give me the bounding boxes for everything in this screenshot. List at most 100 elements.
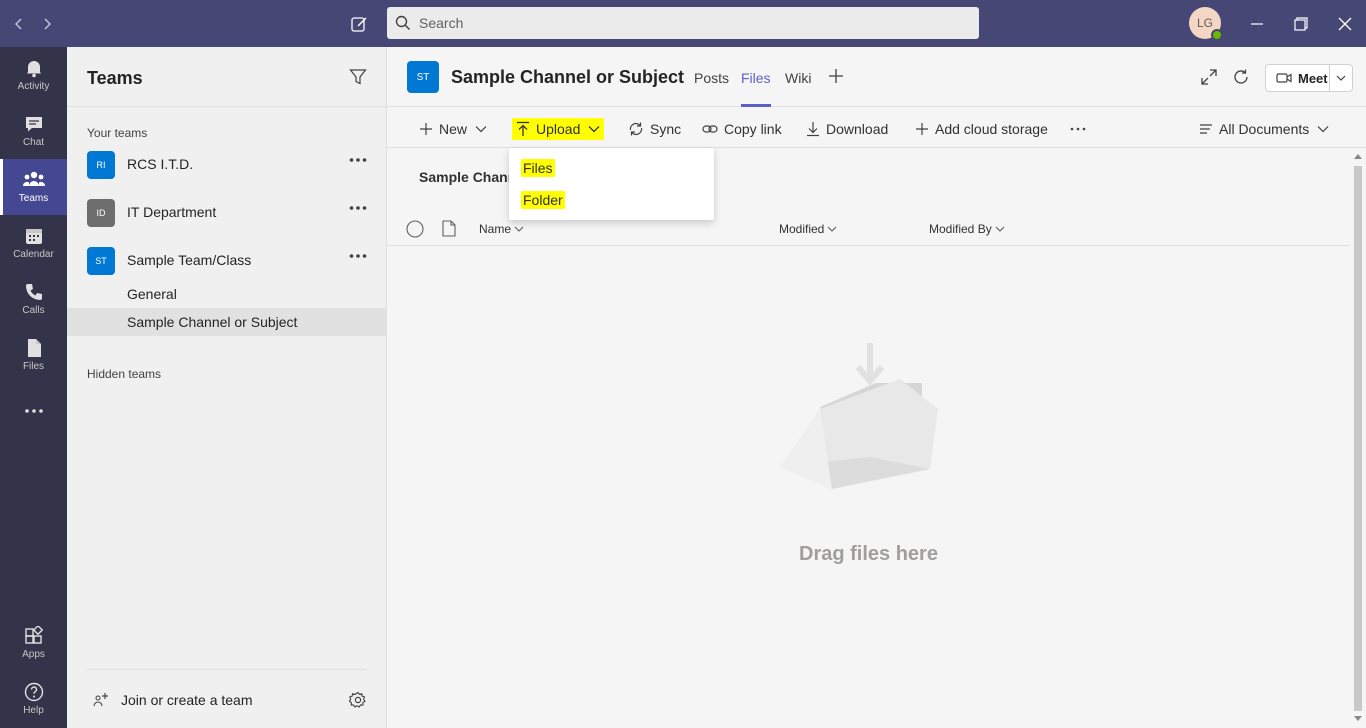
expand-button[interactable] xyxy=(1200,68,1218,86)
channel-item-general[interactable]: General xyxy=(67,280,387,308)
team-item-it-department[interactable]: ID IT Department xyxy=(67,193,387,237)
add-tab-button[interactable] xyxy=(828,68,844,84)
chevron-down-icon xyxy=(995,226,1005,232)
chat-icon xyxy=(25,117,42,132)
circle-checkbox-icon xyxy=(406,220,424,238)
upload-button[interactable]: Upload xyxy=(512,118,605,140)
team-item-rcs-itd[interactable]: RI RCS I.T.D. xyxy=(67,145,387,189)
your-teams-label: Your teams xyxy=(87,126,148,140)
column-modified-by-label: Modified By xyxy=(929,222,992,236)
rail-label: Teams xyxy=(18,193,49,204)
back-button[interactable] xyxy=(8,0,30,47)
column-name-label: Name xyxy=(479,222,512,236)
close-icon xyxy=(1338,17,1352,30)
close-button[interactable] xyxy=(1332,0,1358,47)
sync-button[interactable]: Sync xyxy=(628,118,681,140)
filter-button[interactable] xyxy=(349,68,367,86)
team-badge: RI xyxy=(87,151,115,179)
rail-label: Activity xyxy=(17,81,50,92)
more-horizontal-icon xyxy=(24,409,43,413)
tab-posts[interactable]: Posts xyxy=(694,70,729,86)
vertical-scrollbar[interactable] xyxy=(1350,148,1366,728)
column-name[interactable]: Name xyxy=(479,222,524,236)
rail-item-calls[interactable]: Calls xyxy=(0,271,67,327)
rail-label: Calls xyxy=(22,305,45,316)
rail-more-button[interactable] xyxy=(0,383,67,439)
new-button[interactable]: New xyxy=(419,118,487,140)
breadcrumb[interactable]: Sample Chann xyxy=(419,169,516,185)
scroll-up-icon[interactable] xyxy=(1354,153,1362,159)
search-input[interactable]: Search xyxy=(387,7,979,39)
channel-name: Sample Channel or Subject xyxy=(127,314,298,330)
rail-item-activity[interactable]: Activity xyxy=(0,47,67,103)
more-actions-button[interactable] xyxy=(1070,118,1086,140)
view-label: All Documents xyxy=(1219,121,1310,137)
upload-menu-item-folder[interactable]: Folder xyxy=(521,189,565,211)
refresh-button[interactable] xyxy=(1232,68,1250,86)
join-create-team-button[interactable]: Join or create a team xyxy=(93,692,253,708)
rail-item-help[interactable]: Help xyxy=(0,671,67,727)
presence-available-icon xyxy=(1211,29,1223,41)
tab-files[interactable]: Files xyxy=(741,70,771,107)
view-selector[interactable]: All Documents xyxy=(1199,118,1329,140)
add-team-icon xyxy=(93,693,108,707)
chevron-down-icon xyxy=(588,126,600,133)
select-all-checkbox[interactable] xyxy=(403,220,424,238)
team-name: RCS I.T.D. xyxy=(127,156,194,172)
more-horizontal-icon xyxy=(349,206,367,210)
copy-link-button[interactable]: Copy link xyxy=(702,118,782,140)
search-icon xyxy=(395,15,411,31)
rail-item-chat[interactable]: Chat xyxy=(0,103,67,159)
team-more-button[interactable] xyxy=(349,157,367,163)
add-cloud-storage-label: Add cloud storage xyxy=(935,121,1048,137)
meet-options-button[interactable] xyxy=(1330,75,1352,81)
rail-item-files[interactable]: Files xyxy=(0,327,67,383)
column-modified-by[interactable]: Modified By xyxy=(929,222,1005,236)
download-button[interactable]: Download xyxy=(806,118,888,140)
new-chat-button[interactable] xyxy=(346,0,372,47)
team-name: IT Department xyxy=(127,204,217,220)
scroll-down-icon[interactable] xyxy=(1354,716,1362,722)
calendar-icon xyxy=(25,229,42,244)
team-item-sample-team[interactable]: ST Sample Team/Class xyxy=(67,241,387,285)
minimize-button[interactable] xyxy=(1244,0,1270,47)
list-view-icon xyxy=(1200,124,1212,134)
column-modified[interactable]: Modified xyxy=(779,222,837,236)
refresh-icon xyxy=(1234,69,1248,84)
hidden-teams-label[interactable]: Hidden teams xyxy=(87,367,161,381)
teams-panel-title: Teams xyxy=(87,68,143,88)
compose-icon xyxy=(351,16,367,32)
expand-icon xyxy=(1201,69,1217,85)
scrollbar-thumb[interactable] xyxy=(1354,166,1362,711)
manage-teams-button[interactable] xyxy=(349,691,367,709)
video-camera-icon xyxy=(1276,73,1292,83)
restore-button[interactable] xyxy=(1288,0,1314,47)
file-type-column[interactable] xyxy=(439,220,456,237)
rail-item-apps[interactable]: Apps xyxy=(0,615,67,671)
rail-label: Files xyxy=(22,361,45,372)
team-more-button[interactable] xyxy=(349,253,367,259)
column-modified-label: Modified xyxy=(779,222,825,236)
meet-button[interactable]: Meet xyxy=(1265,64,1353,92)
plus-icon xyxy=(420,123,432,135)
tab-wiki[interactable]: Wiki xyxy=(785,70,811,86)
rail-item-teams[interactable]: Teams xyxy=(0,159,67,215)
meet-now-button[interactable]: Meet xyxy=(1266,65,1330,91)
teams-panel-footer: Join or create a team xyxy=(87,669,367,728)
forward-button[interactable] xyxy=(36,0,58,47)
restore-icon xyxy=(1294,16,1308,31)
sync-label: Sync xyxy=(650,121,682,137)
rail-item-calendar[interactable]: Calendar xyxy=(0,215,67,271)
chevron-down-icon xyxy=(1317,126,1329,133)
team-more-button[interactable] xyxy=(349,205,367,211)
files-toolbar: New Upload Sync Copy link Download Add c… xyxy=(387,108,1366,148)
more-horizontal-icon xyxy=(1070,127,1086,131)
avatar[interactable]: LG xyxy=(1189,7,1223,41)
rail-label: Chat xyxy=(22,137,45,148)
upload-menu-item-files[interactable]: Files xyxy=(521,157,555,179)
add-cloud-storage-button[interactable]: Add cloud storage xyxy=(915,118,1048,140)
channel-item-sample-channel[interactable]: Sample Channel or Subject xyxy=(67,308,387,336)
app-rail: Activity Chat Teams Calendar Calls Files… xyxy=(0,47,67,728)
chevron-down-icon xyxy=(475,126,487,133)
teams-panel-header: Teams xyxy=(67,47,387,107)
